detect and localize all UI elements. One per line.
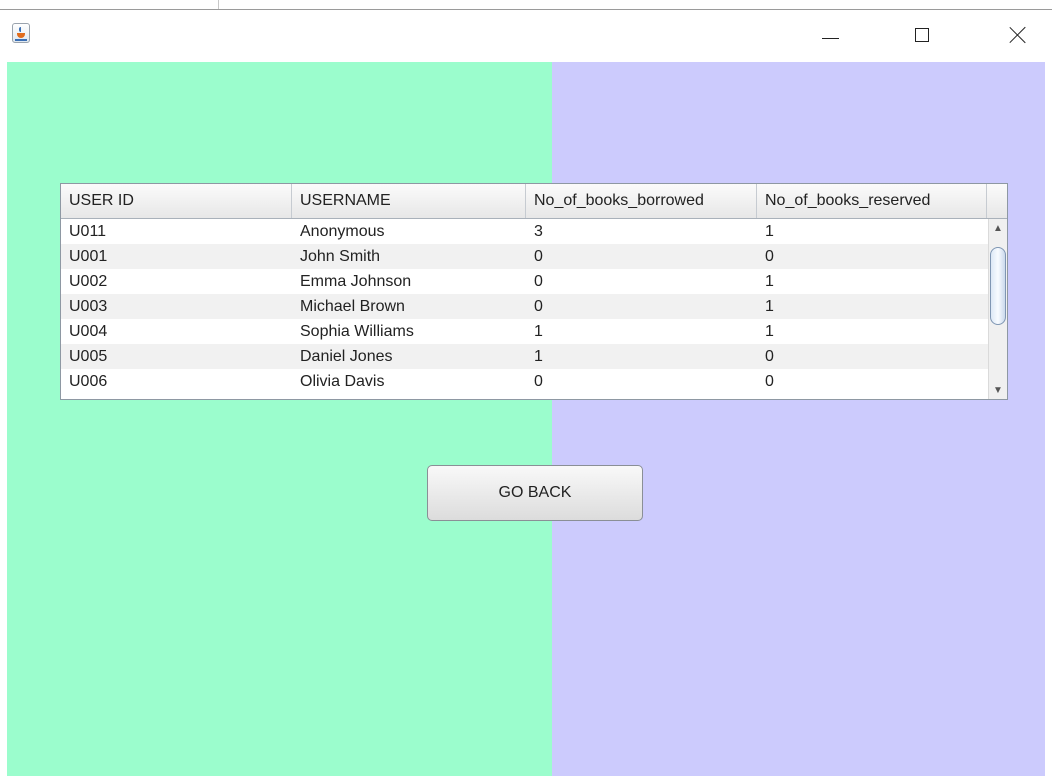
table-row[interactable]: U003 Michael Brown 0 1 bbox=[61, 294, 988, 319]
go-back-button[interactable]: GO BACK bbox=[427, 465, 643, 521]
maximize-icon bbox=[915, 28, 929, 42]
table-body: U011 Anonymous 3 1 U001 John Smith 0 0 U… bbox=[61, 219, 988, 399]
minimize-button[interactable] bbox=[806, 20, 854, 50]
minimize-icon bbox=[821, 37, 839, 39]
cell-borrowed: 1 bbox=[534, 348, 543, 365]
vertical-scrollbar[interactable]: ▲ ▼ bbox=[988, 219, 1007, 399]
scroll-up-arrow-icon[interactable]: ▲ bbox=[989, 219, 1007, 237]
table-row[interactable]: U002 Emma Johnson 0 1 bbox=[61, 269, 988, 294]
content-area: USER ID USERNAME No_of_books_borrowed No… bbox=[7, 62, 1045, 776]
cell-reserved: 0 bbox=[765, 348, 774, 365]
table-row[interactable]: U006 Olivia Davis 0 0 bbox=[61, 369, 988, 394]
cell-reserved: 1 bbox=[765, 298, 774, 315]
steam-mark bbox=[19, 27, 25, 32]
left-panel bbox=[7, 62, 552, 776]
cell-borrowed: 0 bbox=[534, 373, 543, 390]
close-button[interactable] bbox=[994, 20, 1042, 50]
scroll-down-arrow-icon[interactable]: ▼ bbox=[989, 381, 1007, 399]
cell-user-id: U004 bbox=[69, 323, 108, 340]
title-bar bbox=[0, 10, 1052, 62]
top-tick bbox=[218, 0, 219, 9]
java-cup-icon bbox=[12, 23, 30, 43]
table-row[interactable]: U011 Anonymous 3 1 bbox=[61, 219, 988, 244]
cell-username: Olivia Davis bbox=[300, 373, 385, 390]
maximize-button[interactable] bbox=[898, 20, 946, 50]
cell-user-id: U002 bbox=[69, 273, 108, 290]
table-row[interactable]: U005 Daniel Jones 1 0 bbox=[61, 344, 988, 369]
cell-user-id: U005 bbox=[69, 348, 108, 365]
scrollbar-thumb[interactable] bbox=[990, 247, 1006, 325]
table-row[interactable]: U001 John Smith 0 0 bbox=[61, 244, 988, 269]
cell-username: Emma Johnson bbox=[300, 273, 412, 290]
cell-borrowed: 0 bbox=[534, 248, 543, 265]
cell-user-id: U001 bbox=[69, 248, 108, 265]
cell-borrowed: 3 bbox=[534, 223, 543, 240]
cell-user-id: U003 bbox=[69, 298, 108, 315]
header-user-id[interactable]: USER ID bbox=[61, 184, 292, 218]
cell-reserved: 0 bbox=[765, 248, 774, 265]
plate-mark bbox=[15, 39, 27, 41]
cell-user-id: U011 bbox=[69, 223, 107, 240]
cell-reserved: 1 bbox=[765, 273, 774, 290]
table-header: USER ID USERNAME No_of_books_borrowed No… bbox=[61, 184, 1007, 219]
header-books-reserved[interactable]: No_of_books_reserved bbox=[757, 184, 987, 218]
right-panel bbox=[552, 62, 1045, 776]
cell-borrowed: 0 bbox=[534, 298, 543, 315]
cell-username: Michael Brown bbox=[300, 298, 405, 315]
cell-username: Sophia Williams bbox=[300, 323, 414, 340]
table-row[interactable]: U004 Sophia Williams 1 1 bbox=[61, 319, 988, 344]
header-books-borrowed[interactable]: No_of_books_borrowed bbox=[526, 184, 757, 218]
cell-reserved: 0 bbox=[765, 373, 774, 390]
cup-mark bbox=[17, 33, 25, 38]
cell-borrowed: 1 bbox=[534, 323, 543, 340]
users-table: USER ID USERNAME No_of_books_borrowed No… bbox=[60, 183, 1008, 400]
cell-username: Daniel Jones bbox=[300, 348, 393, 365]
cell-borrowed: 0 bbox=[534, 273, 543, 290]
cell-user-id: U006 bbox=[69, 373, 108, 390]
header-username[interactable]: USERNAME bbox=[292, 184, 526, 218]
cell-reserved: 1 bbox=[765, 323, 774, 340]
cell-username: John Smith bbox=[300, 248, 381, 265]
header-corner bbox=[987, 184, 1007, 218]
close-icon bbox=[1009, 26, 1027, 44]
cell-username: Anonymous bbox=[300, 223, 385, 240]
cell-reserved: 1 bbox=[765, 223, 774, 240]
